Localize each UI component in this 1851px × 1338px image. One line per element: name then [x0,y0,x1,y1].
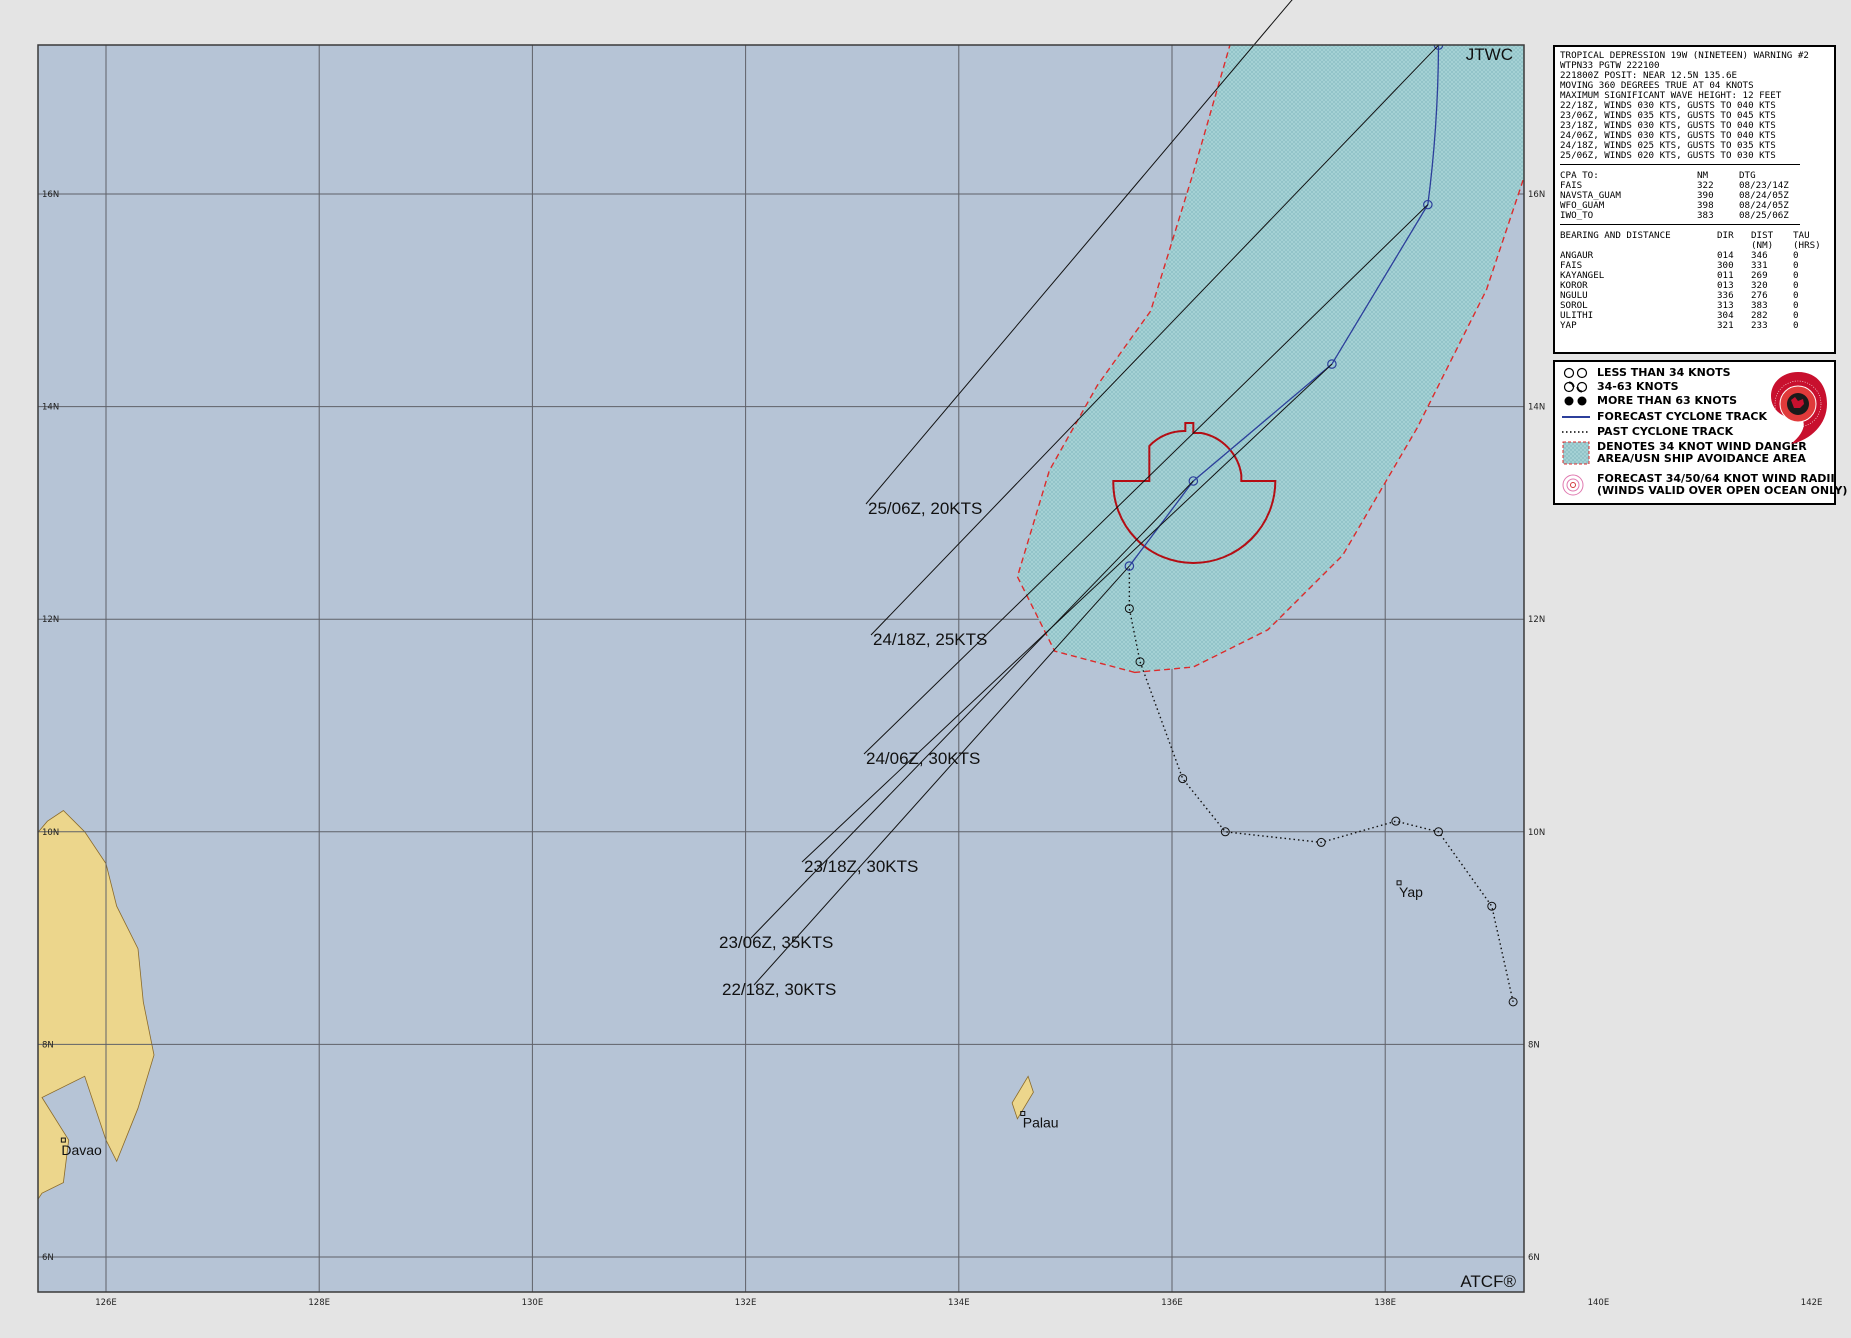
legend-label: MORE THAN 63 KNOTS [1597,394,1738,407]
legend-box: LESS THAN 34 KNOTS 34-63 KNOTS MORE THAN… [1553,360,1847,505]
lat-tick-label-right: 16N [1528,190,1545,200]
cpa-table: CPA TO: NM DTG FAIS 322 08/23/14Z NAVSTA_GUAM 3… [1560,170,1829,221]
lat-tick-label-right: 6N [1528,1253,1540,1263]
place-label: Palau [1023,1114,1059,1130]
legend-item-forecast-track: FORECAST CYCLONE TRACK [1561,410,1767,424]
legend-item-more-63: MORE THAN 63 KNOTS [1561,394,1737,408]
legend-item-past-track: PAST CYCLONE TRACK [1561,425,1733,439]
cpa-cell: IWO_TO [1560,210,1594,221]
lat-tick-label-left: 8N [42,1040,54,1050]
legend-item-wind-radii: FORECAST 34/50/64 KNOT WIND RADII (WINDS… [1561,472,1847,498]
lat-tick-label-left: 14N [42,403,59,413]
legend-label: 34-63 KNOTS [1597,380,1679,393]
lon-tick-label: 142E [1801,1298,1823,1308]
place-label: Yap [1399,884,1423,900]
samar-landmass [0,545,31,726]
forecast-label: 23/18Z, 30KTS [804,857,918,876]
bearing-cell: YAP [1560,320,1577,331]
forecast-label: 22/18Z, 30KTS [722,980,836,999]
forecast-label: 24/06Z, 30KTS [866,749,980,768]
cpa-cell: 08/25/06Z [1739,210,1789,221]
lat-tick-label-right: 10N [1528,828,1545,838]
lat-tick-label-left: 16N [42,190,59,200]
legend-item-less-34: LESS THAN 34 KNOTS [1561,366,1731,380]
lat-tick-label-left: 10N [42,828,59,838]
legend-label: PAST CYCLONE TRACK [1597,425,1734,438]
agency-label: JTWC [1466,45,1513,64]
bearing-cell: ULITHI [1560,310,1594,321]
legend-label: FORECAST 34/50/64 KNOT WIND RADII (WINDS… [1597,472,1848,497]
lon-tick-label: 136E [1161,1298,1183,1308]
lat-tick-label-left: 12N [42,615,59,625]
forecast-label: 25/06Z, 20KTS [868,499,982,518]
jtwc-seal-logo [1771,372,1827,444]
filled-circle-icon [1564,396,1587,406]
warning-info-box: TROPICAL DEPRESSION 19W (NINETEEN) WARNI… [1553,45,1836,354]
divider [1560,224,1800,225]
lat-tick-label-right: 12N [1528,615,1545,625]
bearing-header-cell: BEARING AND DISTANCE [1560,230,1671,241]
lat-tick-label-right: 8N [1528,1040,1540,1050]
lon-tick-label: 138E [1374,1298,1396,1308]
place-label: Davao [61,1142,102,1158]
forecast-label: 23/06Z, 35KTS [719,933,833,952]
lon-tick-label: 128E [308,1298,330,1308]
lat-tick-label-right: 14N [1528,403,1545,413]
footer-label: ATCF® [1460,1272,1516,1291]
cpa-cell: 383 [1697,210,1714,221]
hatched-area-icon [1562,441,1590,465]
dotted-line-icon [1562,431,1590,433]
partial-circle-icon [1563,381,1588,393]
warning-header: TROPICAL DEPRESSION 19W (NINETEEN) WARNI… [1560,50,1829,161]
forecast-label: 24/18Z, 25KTS [873,630,987,649]
lon-tick-label: 134E [948,1298,970,1308]
lat-tick-label-left: 6N [42,1253,54,1263]
lon-tick-label: 140E [1588,1298,1610,1308]
legend-label: LESS THAN 34 KNOTS [1597,366,1731,379]
lon-tick-label: 126E [95,1298,117,1308]
wind-radii-icon [1562,474,1584,496]
bearing-cell: 0 [1793,320,1799,331]
solid-line-icon [1562,416,1590,418]
open-circle-icon [1563,367,1588,379]
bearing-header-cell: DIR [1717,230,1734,241]
divider [1560,164,1800,165]
legend-label: FORECAST CYCLONE TRACK [1597,410,1768,423]
legend-item-34-63: 34-63 KNOTS [1561,380,1679,394]
bearing-table: BEARING AND DISTANCE DIR DIST TAU (NM) (HRS) A… [1560,230,1829,331]
warning-line: 25/06Z, WINDS 020 KTS, GUSTS TO 030 KTS [1560,150,1776,161]
bearing-cell: ANGAUR [1560,250,1594,261]
bearing-cell: 233 [1751,320,1768,331]
lon-tick-label: 132E [735,1298,757,1308]
bearing-cell: 321 [1717,320,1734,331]
lon-tick-label: 130E [522,1298,544,1308]
